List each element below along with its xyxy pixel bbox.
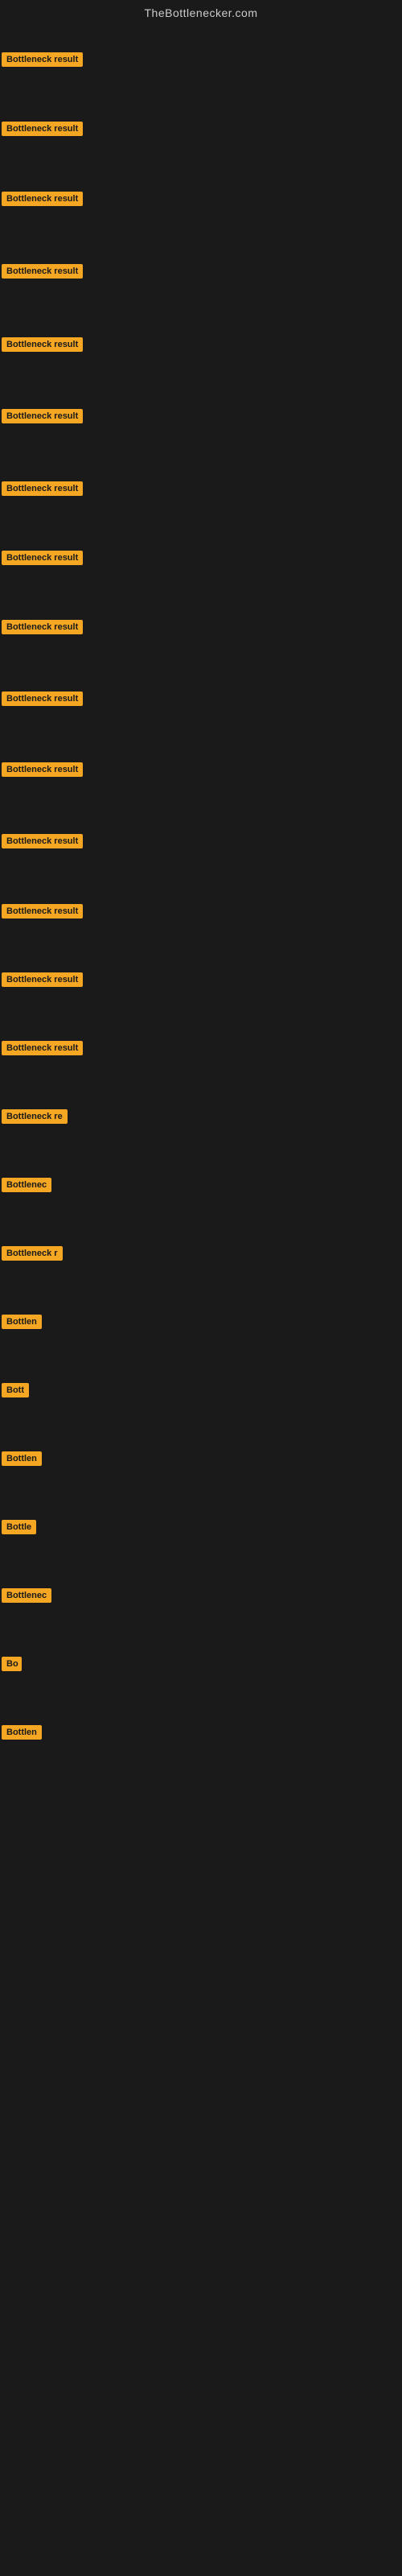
bottleneck-badge[interactable]: Bottleneck result (2, 762, 83, 777)
bottleneck-item: Bottlenec (2, 1588, 51, 1607)
bottleneck-item: Bottleneck r (2, 1246, 63, 1265)
bottleneck-item: Bo (2, 1657, 22, 1675)
bottleneck-badge[interactable]: Bottlen (2, 1725, 42, 1740)
bottleneck-badge[interactable]: Bottle (2, 1520, 36, 1534)
bottleneck-item: Bottleneck result (2, 551, 83, 569)
bottleneck-item: Bottleneck result (2, 409, 83, 427)
bottleneck-badge[interactable]: Bottleneck result (2, 337, 83, 352)
bottleneck-item: Bottlen (2, 1315, 42, 1333)
bottleneck-item: Bottleneck result (2, 122, 83, 140)
bottleneck-badge[interactable]: Bottleneck result (2, 834, 83, 848)
bottleneck-item: Bottleneck result (2, 972, 83, 991)
bottleneck-badge[interactable]: Bottleneck result (2, 904, 83, 919)
bottleneck-item: Bottleneck result (2, 620, 83, 638)
bottleneck-badge[interactable]: Bottleneck result (2, 551, 83, 565)
bottleneck-item: Bottleneck result (2, 264, 83, 283)
bottleneck-item: Bottlen (2, 1451, 42, 1470)
bottleneck-item: Bottleneck result (2, 337, 83, 356)
bottleneck-badge[interactable]: Bott (2, 1383, 29, 1397)
bottleneck-item: Bottleneck result (2, 52, 83, 71)
bottleneck-item: Bottleneck result (2, 481, 83, 500)
bottleneck-item: Bottleneck re (2, 1109, 68, 1128)
bottleneck-badge[interactable]: Bottleneck result (2, 192, 83, 206)
bottleneck-badge[interactable]: Bottlenec (2, 1178, 51, 1192)
bottleneck-item: Bottleneck result (2, 1041, 83, 1059)
bottleneck-badge[interactable]: Bottleneck result (2, 264, 83, 279)
bottleneck-item: Bottleneck result (2, 691, 83, 710)
bottleneck-badge[interactable]: Bottleneck r (2, 1246, 63, 1261)
bottleneck-badge[interactable]: Bottleneck result (2, 972, 83, 987)
bottleneck-badge[interactable]: Bottleneck result (2, 122, 83, 136)
bottleneck-item: Bottlenec (2, 1178, 51, 1196)
bottleneck-item: Bottleneck result (2, 762, 83, 781)
bottleneck-badge[interactable]: Bottlenec (2, 1588, 51, 1603)
bottleneck-badge[interactable]: Bottleneck result (2, 691, 83, 706)
bottleneck-badge[interactable]: Bottleneck re (2, 1109, 68, 1124)
bottleneck-badge[interactable]: Bottlen (2, 1451, 42, 1466)
bottleneck-item: Bott (2, 1383, 29, 1402)
bottleneck-badge[interactable]: Bottleneck result (2, 481, 83, 496)
bottleneck-badge[interactable]: Bottleneck result (2, 1041, 83, 1055)
site-header: TheBottlenecker.com (0, 0, 402, 23)
bottleneck-item: Bottleneck result (2, 834, 83, 852)
bottleneck-list: Bottleneck result Bottleneck result Bottle… (0, 23, 402, 1874)
bottleneck-badge[interactable]: Bottlen (2, 1315, 42, 1329)
bottleneck-badge[interactable]: Bottleneck result (2, 52, 83, 67)
bottleneck-item: Bottleneck result (2, 904, 83, 923)
bottleneck-item: Bottleneck result (2, 192, 83, 210)
bottleneck-badge[interactable]: Bottleneck result (2, 620, 83, 634)
site-title: TheBottlenecker.com (0, 0, 402, 23)
bottleneck-badge[interactable]: Bo (2, 1657, 22, 1671)
bottleneck-item: Bottle (2, 1520, 36, 1538)
bottleneck-item: Bottlen (2, 1725, 42, 1744)
bottleneck-badge[interactable]: Bottleneck result (2, 409, 83, 423)
